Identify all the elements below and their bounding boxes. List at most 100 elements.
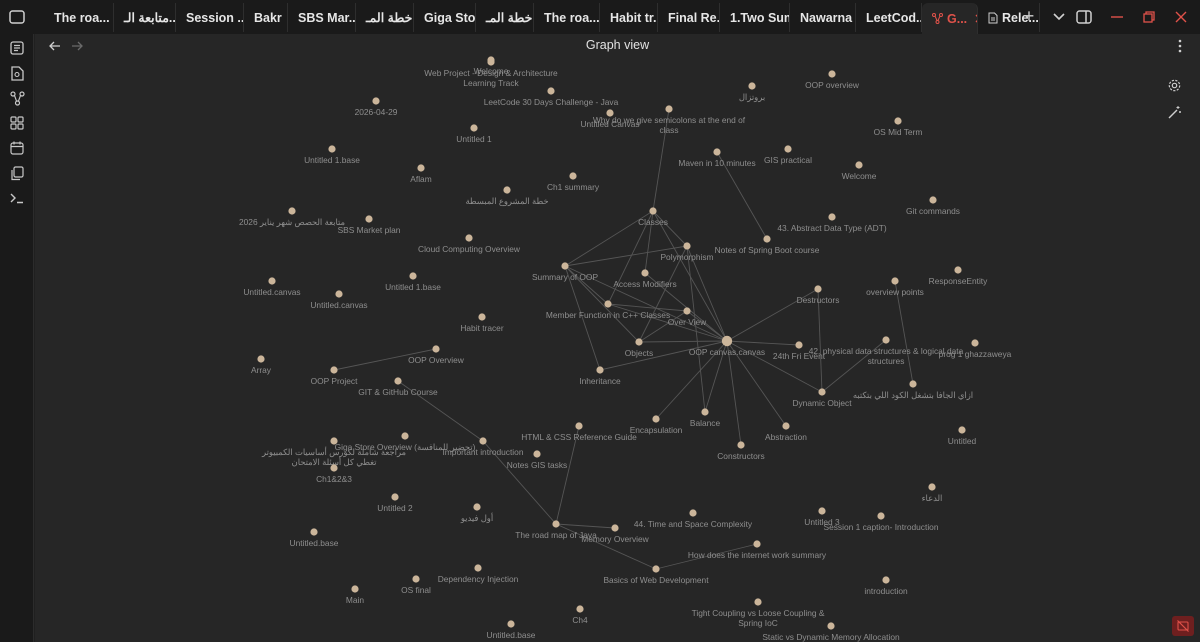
graph-node[interactable]: Aflam	[410, 164, 432, 184]
graph-settings-gear-icon[interactable]	[1166, 77, 1182, 93]
graph-node[interactable]: Balance	[690, 408, 721, 428]
graph-node-dot[interactable]	[814, 285, 822, 293]
graph-node-dot[interactable]	[487, 58, 495, 66]
graph-node[interactable]: overview points	[866, 277, 924, 297]
graph-node-dot[interactable]	[330, 366, 338, 374]
graph-node[interactable]: ResponseEntity	[929, 266, 988, 286]
graph-node[interactable]: Untitled	[948, 426, 977, 446]
tab-7[interactable]: Giga Sto...	[414, 3, 476, 32]
graph-node[interactable]: خطة المشروع المبسطة	[465, 186, 549, 206]
tab-12[interactable]: 1.Two Sum	[720, 3, 790, 32]
graph-node[interactable]: Untitled.canvas	[243, 277, 301, 297]
graph-node[interactable]: Ch1&2&3	[316, 464, 352, 484]
graph-node-dot[interactable]	[754, 598, 762, 606]
graph-node-dot[interactable]	[503, 186, 511, 194]
tab-5[interactable]: SBS Mar...	[288, 3, 356, 32]
chevron-down-icon[interactable]	[1050, 8, 1068, 26]
graph-node[interactable]: GIT & GitHub Course	[358, 377, 438, 397]
graph-node-dot[interactable]	[971, 339, 979, 347]
graph-node-dot[interactable]	[391, 493, 399, 501]
tab-6[interactable]: خطة المـ...	[356, 3, 414, 32]
graph-node-dot[interactable]	[268, 277, 276, 285]
tab-9[interactable]: The roa...	[534, 3, 600, 32]
graph-node[interactable]: Ch1 summary	[547, 172, 600, 192]
graph-node-dot[interactable]	[828, 70, 836, 78]
tab-3[interactable]: Session ...	[176, 3, 244, 32]
graph-node-dot[interactable]	[701, 408, 709, 416]
graph-icon[interactable]	[8, 89, 26, 107]
graph-node-dot[interactable]	[882, 336, 890, 344]
graph-node-dot[interactable]	[409, 272, 417, 280]
graph-node-dot[interactable]	[649, 207, 657, 215]
graph-node-dot[interactable]	[782, 422, 790, 430]
graph-node-dot[interactable]	[417, 164, 425, 172]
graph-node[interactable]: Basics of Web Development	[603, 565, 709, 585]
graph-node[interactable]: Abstraction	[765, 422, 807, 442]
graph-node-dot[interactable]	[604, 300, 612, 308]
graph-node[interactable]: Session 1 caption- Introduction	[824, 512, 939, 532]
graph-node-dot[interactable]	[365, 215, 373, 223]
graph-node[interactable]: Ch4	[572, 605, 588, 625]
graph-node[interactable]: Destructors	[797, 285, 840, 305]
graph-node[interactable]: Dynamic Object	[792, 388, 852, 408]
graph-node[interactable]: ازاي الجافا بتشغل الكود اللي بتكتبه	[853, 380, 973, 400]
graph-node-dot[interactable]	[310, 528, 318, 536]
graph-node[interactable]: Untitled.base	[487, 620, 536, 640]
graph-node[interactable]: Notes of Spring Boot course	[715, 235, 820, 255]
graph-node[interactable]: 43. Abstract Data Type (ADT)	[777, 213, 887, 233]
graph-node[interactable]: Summary of OOP	[532, 262, 598, 282]
graph-node-dot[interactable]	[795, 341, 803, 349]
graph-node-dot[interactable]	[713, 148, 721, 156]
graph-node[interactable]: Untitled.canvas	[310, 290, 368, 310]
graph-node-dot[interactable]	[737, 441, 745, 449]
right-sidebar-toggle-icon[interactable]	[1075, 8, 1093, 26]
graph-node-dot[interactable]	[351, 585, 359, 593]
graph-node[interactable]: OOP Overview	[408, 345, 465, 365]
graph-node[interactable]: introduction	[864, 576, 908, 596]
graph-node-dot[interactable]	[473, 503, 481, 511]
graph-node-dot[interactable]	[753, 540, 761, 548]
graph-node-dot[interactable]	[665, 105, 673, 113]
graph-node-dot[interactable]	[394, 377, 402, 385]
graph-node-dot[interactable]	[552, 520, 560, 528]
tab-14[interactable]: LeetCod...	[856, 3, 922, 32]
graph-node-dot[interactable]	[909, 380, 917, 388]
graph-node[interactable]: Objects	[625, 338, 653, 358]
graph-node-dot[interactable]	[877, 512, 885, 520]
graph-node[interactable]: HTML & CSS Reference Guide	[521, 422, 637, 442]
graph-node[interactable]: متابعة الحصص شهر يناير 2026	[239, 207, 345, 227]
graph-node[interactable]: Constructors	[717, 441, 765, 461]
graph-node-dot[interactable]	[401, 432, 409, 440]
graph-node[interactable]: OOP Project	[311, 366, 359, 386]
graph-node-dot[interactable]	[929, 196, 937, 204]
graph-node[interactable]: OS Mid Term	[874, 117, 923, 137]
graph-node-dot[interactable]	[533, 450, 541, 458]
graph-node[interactable]: Dependency Injection	[438, 564, 519, 584]
graph-node-dot[interactable]	[891, 277, 899, 285]
graph-node[interactable]: Main	[346, 585, 364, 605]
graph-node-dot[interactable]	[465, 234, 473, 242]
graph-node[interactable]: Over View	[668, 307, 707, 327]
graph-node[interactable]: 2026-04-29	[355, 97, 398, 117]
more-options-icon[interactable]	[1172, 38, 1188, 54]
tab-10[interactable]: Habit tr...	[600, 3, 658, 32]
copy-icon[interactable]	[8, 164, 26, 182]
graph-node[interactable]: Untitled 1	[456, 124, 492, 144]
graph-node[interactable]: Untitled 2	[377, 493, 413, 513]
graph-node-dot[interactable]	[474, 564, 482, 572]
graph-node[interactable]: الدعاء	[922, 483, 943, 503]
graph-node-dot[interactable]	[763, 235, 771, 243]
graph-node[interactable]: Untitled.base	[290, 528, 339, 548]
graph-node[interactable]: prog 1 ghazzaweya	[939, 339, 1012, 359]
graph-node-dot[interactable]	[828, 213, 836, 221]
graph-node-dot[interactable]	[412, 575, 420, 583]
graph-node[interactable]: Welcome	[842, 161, 877, 181]
close-window-icon[interactable]	[1172, 8, 1190, 26]
graph-node[interactable]: OOP overview	[805, 70, 860, 90]
graph-node-dot[interactable]	[894, 117, 902, 125]
graph-node-dot[interactable]	[611, 524, 619, 532]
tab-13[interactable]: Nawarna	[790, 3, 856, 32]
graph-node[interactable]: Static vs Dynamic Memory Allocation	[762, 622, 900, 642]
graph-node-dot[interactable]	[432, 345, 440, 353]
graph-node[interactable]: 44. Time and Space Complexity	[634, 509, 753, 529]
